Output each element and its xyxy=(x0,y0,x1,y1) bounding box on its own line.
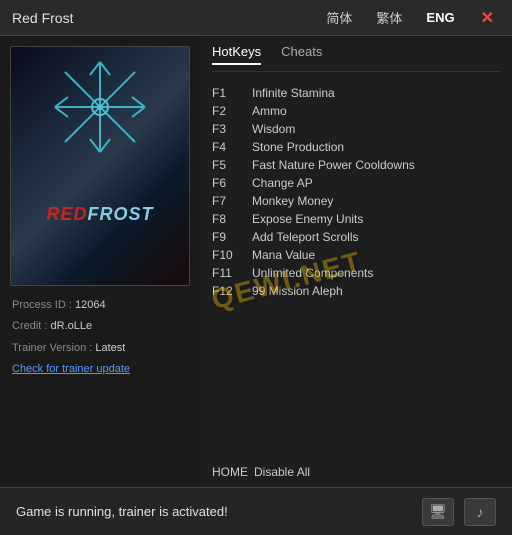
app-title: Red Frost xyxy=(12,10,73,26)
status-icons: 🖥 ♪ xyxy=(422,498,496,526)
titlebar-right: 简体 繁体 ENG ✕ xyxy=(322,6,500,30)
hotkey-label: 99 Mission Aleph xyxy=(252,284,343,298)
lang-english[interactable]: ENG xyxy=(422,8,458,27)
hotkey-row: F10 Mana Value xyxy=(212,246,500,264)
snowflake-icon xyxy=(50,57,150,157)
monitor-icon[interactable]: 🖥 xyxy=(422,498,454,526)
hotkey-label: Add Teleport Scrolls xyxy=(252,230,359,244)
info-section: Process ID : 12064 Credit : dR.oLLe Trai… xyxy=(10,298,190,384)
hotkey-label: Mana Value xyxy=(252,248,315,262)
hotkey-key: F10 xyxy=(212,248,246,262)
hotkey-label: Unlimited Components xyxy=(252,266,373,280)
statusbar: Game is running, trainer is activated! 🖥… xyxy=(0,487,512,535)
hotkey-row: F11 Unlimited Components xyxy=(212,264,500,282)
hotkey-row: F3 Wisdom xyxy=(212,120,500,138)
titlebar: Red Frost 简体 繁体 ENG ✕ xyxy=(0,0,512,36)
game-title-image: REDFROST xyxy=(46,204,153,225)
update-link-row[interactable]: Check for trainer update xyxy=(12,362,188,377)
hotkey-row: F12 99 Mission Aleph xyxy=(212,282,500,300)
close-button[interactable]: ✕ xyxy=(475,6,500,30)
hotkey-key: F6 xyxy=(212,176,246,190)
hotkey-key: F4 xyxy=(212,140,246,154)
credit-row: Credit : dR.oLLe xyxy=(12,319,188,334)
hotkey-row: F7 Monkey Money xyxy=(212,192,500,210)
titlebar-left: Red Frost xyxy=(12,10,73,26)
credit-value: dR.oLLe xyxy=(51,320,93,332)
hotkey-key: F5 xyxy=(212,158,246,172)
status-message: Game is running, trainer is activated! xyxy=(16,504,228,519)
music-icon-glyph: ♪ xyxy=(477,504,484,520)
version-label: Trainer Version : xyxy=(12,342,95,354)
hotkey-key: F2 xyxy=(212,104,246,118)
hotkey-row: F6 Change AP xyxy=(212,174,500,192)
tab-hotkeys[interactable]: HotKeys xyxy=(212,44,261,65)
hotkey-label: Change AP xyxy=(252,176,313,190)
credit-label: Credit : xyxy=(12,320,51,332)
hotkey-label: Ammo xyxy=(252,104,287,118)
game-title-frost: FROST xyxy=(88,204,154,224)
tab-cheats[interactable]: Cheats xyxy=(281,44,322,65)
right-panel: HotKeys Cheats F1Infinite StaminaF2AmmoF… xyxy=(200,36,512,487)
home-disable-row: HOME Disable All xyxy=(212,465,500,479)
hotkey-label: Fast Nature Power Cooldowns xyxy=(252,158,415,172)
hotkey-row: F5 Fast Nature Power Cooldowns xyxy=(212,156,500,174)
lang-traditional[interactable]: 繁体 xyxy=(372,6,406,29)
music-icon[interactable]: ♪ xyxy=(464,498,496,526)
hotkey-row: F9 Add Teleport Scrolls xyxy=(212,228,500,246)
hotkey-row: F8 Expose Enemy Units xyxy=(212,210,500,228)
hotkey-key: F11 xyxy=(212,266,246,280)
hotkey-label: Monkey Money xyxy=(252,194,333,208)
hotkey-label: Infinite Stamina xyxy=(252,86,335,100)
version-row: Trainer Version : Latest xyxy=(12,341,188,356)
home-key-label: HOME xyxy=(212,465,248,479)
hotkey-key: F12 xyxy=(212,284,246,298)
hotkey-key: F9 xyxy=(212,230,246,244)
process-id-label: Process ID : xyxy=(12,299,75,311)
hotkey-key: F8 xyxy=(212,212,246,226)
hotkey-key: F7 xyxy=(212,194,246,208)
hotkey-label: Wisdom xyxy=(252,122,295,136)
hotkey-row: F2 Ammo xyxy=(212,102,500,120)
hotkeys-list: F1 Infinite Stamina F2 Ammo F3 Wisdom F4 Stone … xyxy=(212,84,500,455)
game-cover-image: REDFROST xyxy=(10,46,190,286)
main-area: REDFROST Process ID : 12064 Credit : dR.… xyxy=(0,36,512,487)
left-panel: REDFROST Process ID : 12064 Credit : dR.… xyxy=(0,36,200,487)
hotkey-row: F1 Infinite Stamina xyxy=(212,84,500,102)
hotkey-key: F1 xyxy=(212,86,246,100)
home-action-label: Disable All xyxy=(254,465,310,479)
game-title-red: RED xyxy=(46,204,87,224)
tabs-bar: HotKeys Cheats xyxy=(212,44,500,72)
version-value: Latest xyxy=(95,342,125,354)
lang-simplified[interactable]: 简体 xyxy=(322,6,356,29)
hotkey-key: F3 xyxy=(212,122,246,136)
update-link[interactable]: Check for trainer update xyxy=(12,363,130,375)
monitor-icon-glyph: 🖥 xyxy=(429,503,447,520)
hotkey-label: Expose Enemy Units xyxy=(252,212,363,226)
process-id-value: 12064 xyxy=(75,299,106,311)
hotkey-row: F4 Stone Production xyxy=(212,138,500,156)
process-id-row: Process ID : 12064 xyxy=(12,298,188,313)
hotkey-label: Stone Production xyxy=(252,140,344,154)
